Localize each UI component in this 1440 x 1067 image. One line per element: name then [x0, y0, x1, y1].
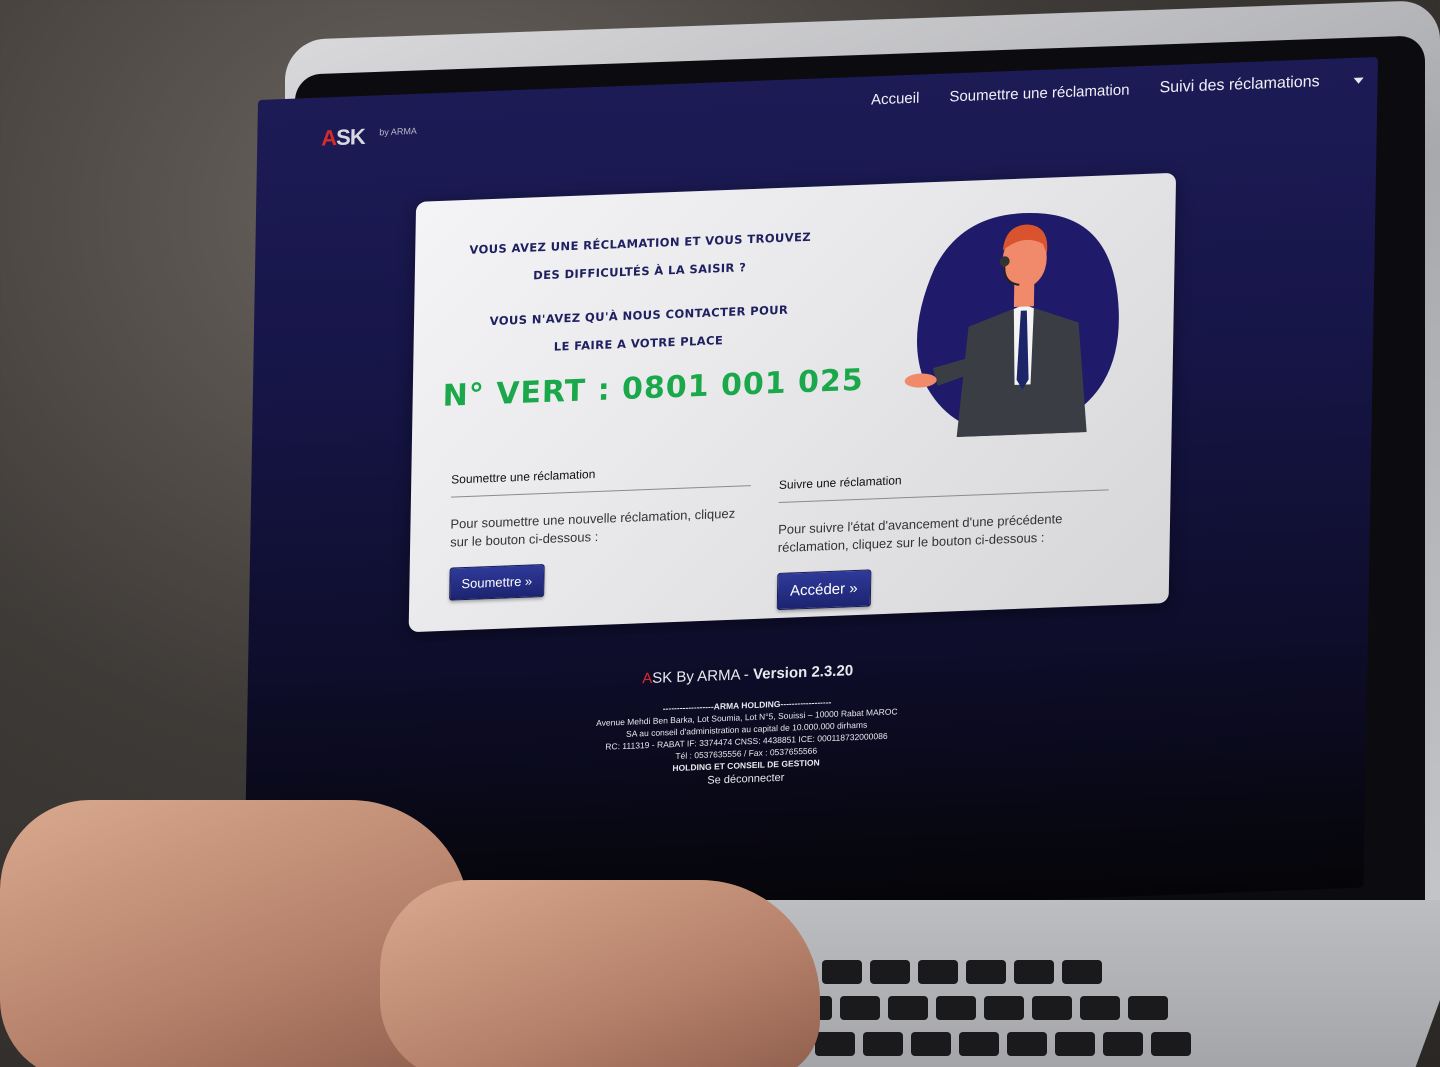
submit-section-text: Pour soumettre une nouvelle réclamation,…	[450, 505, 736, 550]
track-section: Suivre une réclamation Pour suivre l'éta…	[776, 465, 1110, 611]
nav-link-accueil[interactable]: Accueil	[871, 89, 920, 108]
chevron-down-icon[interactable]	[1353, 77, 1364, 84]
submit-section-title: Soumettre une réclamation	[450, 461, 752, 498]
track-section-title: Suivre une réclamation	[778, 465, 1110, 503]
app-screen: ASK by ARMA Accueil Soumettre une réclam…	[243, 56, 1378, 931]
main-card: Vous avez une réclamation et vous trouve…	[408, 172, 1177, 633]
promo-block: Vous avez une réclamation et vous trouve…	[442, 222, 865, 414]
submit-section: Soumettre une réclamation Pour soumettre…	[449, 461, 752, 601]
footer-version-number: Version 2.3.20	[752, 662, 854, 683]
right-hand	[380, 880, 820, 1067]
ask-logo[interactable]: ASK	[321, 124, 365, 152]
submit-button[interactable]: Soumettre »	[449, 563, 545, 601]
logo-subtitle: by ARMA	[379, 125, 417, 138]
footer: ASK By ARMA - Version 2.3.20 -----------…	[246, 647, 1248, 804]
nav-link-submit[interactable]: Soumettre une réclamation	[949, 81, 1129, 105]
support-agent-illustration	[904, 213, 1119, 438]
logo-letters: SK	[335, 123, 365, 151]
footer-brand: SK By ARMA -	[652, 665, 754, 687]
track-section-text: Pour suivre l'état d'avancement d'une pr…	[777, 511, 1063, 556]
nav-link-tracking[interactable]: Suivi des réclamations	[1159, 73, 1319, 97]
toll-free-number: N° VERT : 0801 001 025	[442, 362, 865, 414]
access-button[interactable]: Accéder »	[776, 569, 871, 611]
footer-logo-a: A	[642, 669, 653, 688]
logo-letter-a: A	[321, 124, 337, 151]
nav-links: Accueil Soumettre une réclamation Suivi …	[871, 72, 1364, 109]
